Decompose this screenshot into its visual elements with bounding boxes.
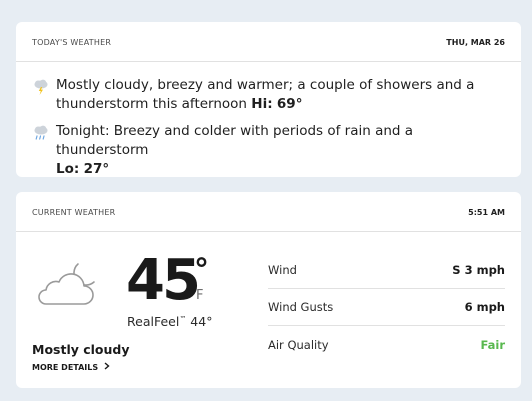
current-weather-card[interactable]: CURRENT WEATHER 5:51 AM 45 ° F RealFeel™… <box>16 192 521 388</box>
rain-cloud-icon <box>32 122 56 146</box>
realfeel: RealFeel™ 44° <box>127 314 212 329</box>
temperature-unit: F <box>196 288 204 303</box>
current-weather-title: CURRENT WEATHER <box>32 208 116 217</box>
metric-value: 6 mph <box>464 300 505 314</box>
lo-value: 27° <box>83 161 110 177</box>
chevron-right-icon <box>104 362 110 373</box>
metric-air-quality[interactable]: Air Quality Fair <box>268 326 505 363</box>
metric-label: Air Quality <box>268 337 329 352</box>
metric-label: Wind Gusts <box>268 300 334 314</box>
degree-symbol: ° <box>194 253 209 288</box>
todays-weather-header: TODAY'S WEATHER THU, MAR 26 <box>32 38 505 47</box>
metric-wind: Wind S 3 mph <box>268 252 505 289</box>
current-weather-header: CURRENT WEATHER 5:51 AM <box>32 208 505 217</box>
current-temperature: 45 <box>126 248 201 313</box>
night-forecast-text: Tonight: Breezy and colder with periods … <box>56 123 414 158</box>
night-forecast: Tonight: Breezy and colder with periods … <box>32 122 505 179</box>
hi-label: Hi: <box>251 96 273 112</box>
divider <box>16 61 521 62</box>
thunderstorm-cloud-icon <box>32 76 56 100</box>
current-metrics: Wind S 3 mph Wind Gusts 6 mph Air Qualit… <box>268 252 505 363</box>
realfeel-value: 44° <box>190 314 213 329</box>
current-conditions: 45 ° F RealFeel™ 44° Mostly cloudy MORE … <box>32 248 252 373</box>
todays-weather-card[interactable]: TODAY'S WEATHER THU, MAR 26 Mostly cloud… <box>16 22 521 177</box>
cloud-moon-icon <box>32 260 102 314</box>
realfeel-trademark: ™ <box>179 314 187 323</box>
hi-value: 69° <box>276 96 303 112</box>
todays-weather-title: TODAY'S WEATHER <box>32 38 112 47</box>
realfeel-label: RealFeel <box>127 314 180 329</box>
current-weather-time: 5:51 AM <box>468 208 505 217</box>
current-condition: Mostly cloudy <box>32 342 130 357</box>
more-details-link[interactable]: MORE DETAILS <box>32 362 110 373</box>
todays-weather-date: THU, MAR 26 <box>446 38 505 47</box>
divider <box>16 231 521 232</box>
more-details-label: MORE DETAILS <box>32 363 99 372</box>
metric-label: Wind <box>268 263 297 277</box>
metric-value: S 3 mph <box>452 263 505 277</box>
day-forecast: Mostly cloudy, breezy and warmer; a coup… <box>32 76 505 114</box>
air-quality-value: Fair <box>480 337 505 352</box>
metric-wind-gusts: Wind Gusts 6 mph <box>268 289 505 326</box>
lo-label: Lo: <box>56 161 80 177</box>
